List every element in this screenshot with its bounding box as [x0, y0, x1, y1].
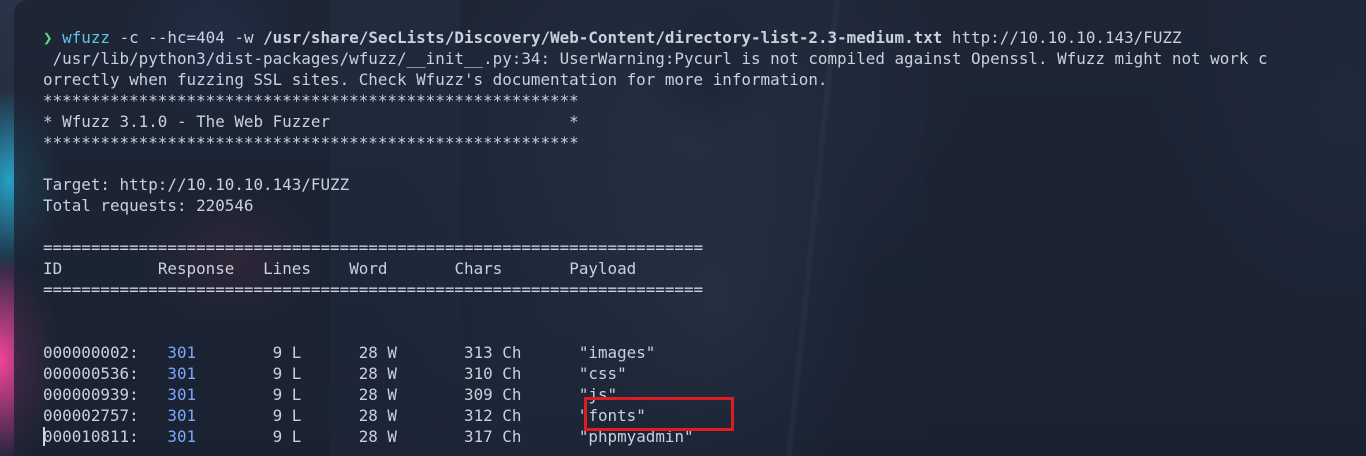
separator-top: ========================================… [43, 238, 704, 257]
terminal-window[interactable]: ❯ wfuzz -c --hc=404 -w /usr/share/SecLis… [14, 0, 1366, 456]
result-word: 28 W [358, 364, 398, 383]
result-word: 28 W [358, 343, 398, 362]
result-lines: 9 L [272, 364, 302, 383]
terminal-output: ❯ wfuzz -c --hc=404 -w /usr/share/SecLis… [43, 27, 1268, 447]
banner-border-bottom: ****************************************… [43, 133, 579, 152]
result-chars: 309 Ch [464, 385, 522, 404]
result-chars: 310 Ch [464, 364, 522, 383]
command-url: http://10.10.10.143/FUZZ [942, 28, 1182, 47]
command-wordlist: /usr/share/SecLists/Discovery/Web-Conten… [263, 28, 943, 47]
result-response: 301 [167, 406, 197, 425]
header-response: Response [157, 259, 235, 278]
result-response: 301 [167, 343, 197, 362]
header-payload: Payload [569, 259, 637, 278]
header-lines: Lines [263, 259, 311, 278]
result-response: 301 [167, 427, 197, 446]
target-line: Target: http://10.10.10.143/FUZZ [43, 175, 350, 194]
table-header: ID Response Lines Word Chars Payload [43, 258, 1268, 279]
terminal-cursor [43, 427, 45, 446]
result-lines: 9 L [272, 427, 302, 446]
command-program: wfuzz [62, 28, 110, 47]
banner-title: * Wfuzz 3.1.0 - The Web Fuzzer * [43, 112, 579, 131]
result-payload: "css" [578, 364, 627, 383]
result-payload: "images" [578, 343, 656, 362]
result-word: 28 W [358, 427, 398, 446]
warning-line-1: /usr/lib/python3/dist-packages/wfuzz/__i… [43, 49, 1268, 68]
result-id: 000002757: [43, 406, 139, 425]
header-chars: Chars [454, 259, 503, 278]
result-word: 28 W [358, 406, 398, 425]
result-lines: 9 L [272, 343, 302, 362]
header-word: Word [349, 259, 388, 278]
result-response: 301 [167, 385, 197, 404]
command-line: ❯ wfuzz -c --hc=404 -w /usr/share/SecLis… [43, 27, 1268, 48]
separator-bottom: ========================================… [43, 280, 704, 299]
header-id: ID [43, 259, 63, 278]
result-id: 000000536: [43, 364, 139, 383]
result-id: 000000002: [43, 343, 139, 362]
result-chars: 313 Ch [464, 343, 522, 362]
command-args: -c --hc=404 -w [110, 28, 264, 47]
result-id: 000000939: [43, 385, 139, 404]
result-chars: 312 Ch [464, 406, 522, 425]
result-response: 301 [167, 364, 197, 383]
result-lines: 9 L [272, 385, 302, 404]
result-chars: 317 Ch [464, 427, 522, 446]
result-word: 28 W [358, 385, 398, 404]
result-id: 000010811: [43, 427, 139, 446]
total-requests-line: Total requests: 220546 [43, 196, 254, 215]
result-lines: 9 L [272, 406, 302, 425]
table-row: 000000536: 301 9 L 28 W 310 Ch "css" [43, 363, 1268, 384]
warning-line-2: orrectly when fuzzing SSL sites. Check W… [43, 70, 828, 89]
table-row: 000000002: 301 9 L 28 W 313 Ch "images" [43, 342, 1268, 363]
prompt-symbol: ❯ [43, 28, 53, 47]
banner-border-top: ****************************************… [43, 91, 579, 110]
phpmyadmin-highlight-box [584, 397, 734, 431]
